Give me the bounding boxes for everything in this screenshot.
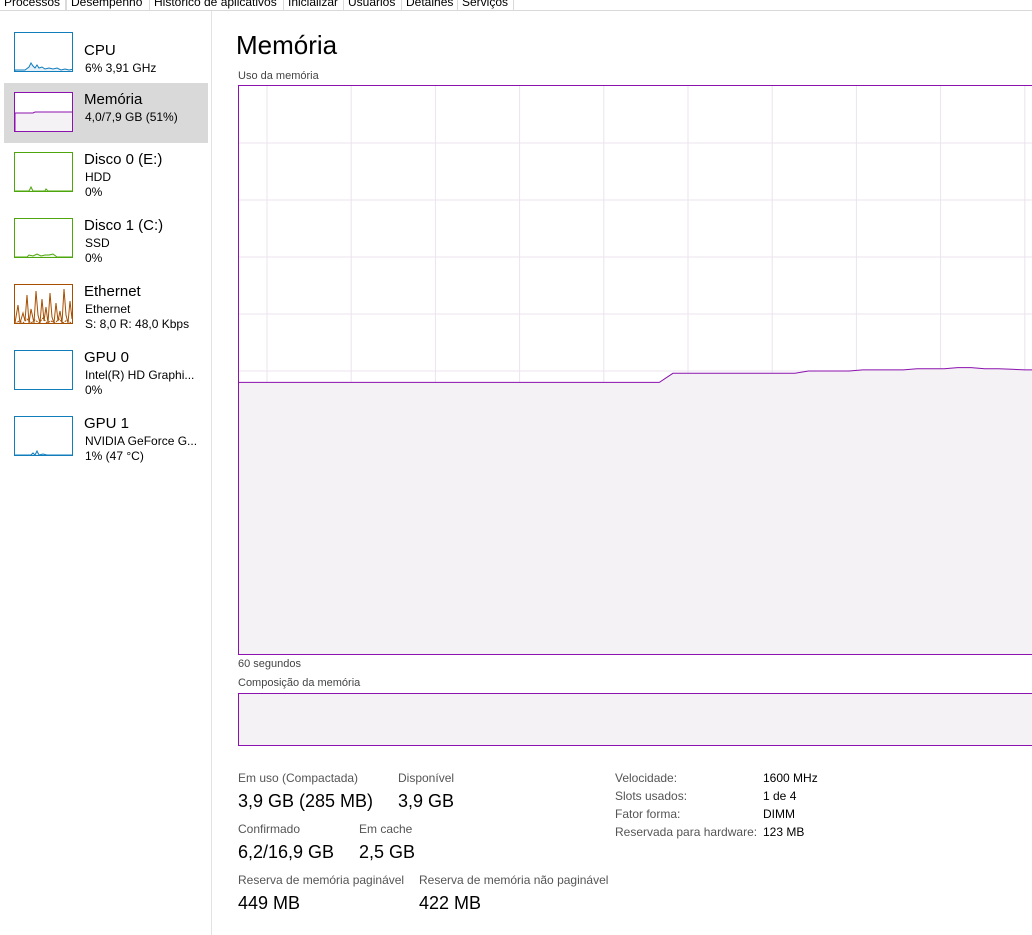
disk-0-thumbnail-graph	[14, 152, 73, 192]
memory-composition-bar	[238, 693, 1032, 746]
cached-value: 2,5 GB	[359, 842, 416, 862]
resource-sidebar: CPU 6% 3,91 GHz Memória 4,0/7,9 GB (51%)…	[0, 11, 212, 935]
tab-details[interactable]: Detalhes	[402, 0, 458, 10]
sidebar-item-ethernet[interactable]: Ethernet Ethernet S: 8,0 R: 48,0 Kbps	[4, 275, 208, 335]
sidebar-item-disk-1[interactable]: Disco 1 (C:) SSD 0%	[4, 209, 208, 269]
tab-app-history[interactable]: Histórico de aplicativos	[150, 0, 284, 10]
tab-startup[interactable]: Inicializar	[284, 0, 344, 10]
tab-bar: Processos Desempenho Histórico de aplica…	[0, 0, 1032, 11]
sidebar-item-cpu[interactable]: CPU 6% 3,91 GHz	[4, 22, 208, 82]
sidebar-item-title: Ethernet	[84, 283, 141, 300]
sidebar-item-usage: 0%	[85, 251, 103, 265]
gpu-1-sparkline	[15, 449, 72, 455]
sidebar-item-usage: 0%	[85, 383, 103, 397]
sidebar-item-detail: 6% 3,91 GHz	[85, 61, 157, 75]
committed-value: 6,2/16,9 GB	[238, 842, 335, 862]
sidebar-item-detail: Ethernet	[85, 302, 131, 316]
memory-usage-graph	[238, 85, 1032, 655]
form-factor-value: DIMM	[763, 807, 795, 821]
sidebar-item-detail: Intel(R) HD Graphi...	[85, 368, 195, 382]
sidebar-item-title: Disco 1 (C:)	[84, 217, 164, 234]
sidebar-item-disk-0[interactable]: Disco 0 (E:) HDD 0%	[4, 143, 208, 203]
sidebar-item-detail: HDD	[85, 170, 111, 184]
sidebar-item-detail: 4,0/7,9 GB (51%)	[85, 110, 178, 124]
speed-label: Velocidade:	[615, 771, 678, 785]
paged-pool-label: Reserva de memória paginável	[238, 873, 405, 887]
disk-1-sparkline	[15, 253, 72, 257]
sidebar-item-detail: SSD	[85, 236, 110, 250]
tab-services[interactable]: Serviços	[458, 0, 514, 10]
memory-usage-chart	[239, 86, 1032, 654]
hardware-reserved-value: 123 MB	[763, 825, 805, 839]
sidebar-item-title: Memória	[84, 91, 143, 108]
ethernet-thumbnail-graph	[14, 284, 73, 324]
memory-thumbnail-graph	[14, 92, 73, 132]
sidebar-item-usage: S: 8,0 R: 48,0 Kbps	[85, 317, 190, 331]
available-value: 3,9 GB	[398, 791, 455, 811]
tab-processes[interactable]: Processos	[0, 0, 66, 10]
sidebar-item-memory[interactable]: Memória 4,0/7,9 GB (51%)	[4, 83, 208, 143]
sidebar-item-title: Disco 0 (E:)	[84, 151, 163, 168]
in-use-value: 3,9 GB (285 MB)	[238, 791, 374, 811]
memory-sparkline	[15, 111, 72, 131]
cpu-sparkline	[15, 62, 72, 71]
sidebar-item-title: CPU	[84, 42, 116, 59]
time-span-label: 60 segundos	[238, 658, 301, 670]
nonpaged-pool-label: Reserva de memória não paginável	[419, 873, 609, 887]
disk-1-thumbnail-graph	[14, 218, 73, 258]
cpu-thumbnail-graph	[14, 32, 73, 72]
ethernet-sparkline	[15, 288, 72, 323]
memory-composition-label: Composição da memória	[238, 677, 361, 689]
speed-value: 1600 MHz	[763, 771, 818, 785]
committed-label: Confirmado	[238, 822, 301, 836]
form-factor-label: Fator forma:	[615, 807, 681, 821]
sidebar-item-title: GPU 0	[84, 349, 130, 366]
tab-performance[interactable]: Desempenho	[66, 0, 150, 10]
sidebar-item-gpu-1[interactable]: GPU 1 NVIDIA GeForce G... 1% (47 °C)	[4, 407, 208, 467]
paged-pool-value: 449 MB	[238, 893, 301, 913]
sidebar-item-title: GPU 1	[84, 415, 130, 432]
memory-usage-label: Uso da memória	[238, 70, 319, 82]
sidebar-item-usage: 1% (47 °C)	[85, 449, 144, 463]
disk-0-sparkline	[15, 185, 72, 191]
in-use-label: Em uso (Compactada)	[238, 771, 359, 785]
gpu-1-thumbnail-graph	[14, 416, 73, 456]
page-title: Memória	[236, 30, 338, 60]
slots-used-label: Slots usados:	[615, 789, 688, 803]
gpu-0-thumbnail-graph	[14, 350, 73, 390]
nonpaged-pool-value: 422 MB	[419, 893, 482, 913]
sidebar-item-usage: 0%	[85, 185, 103, 199]
tab-users[interactable]: Usuários	[344, 0, 402, 10]
sidebar-item-gpu-0[interactable]: GPU 0 Intel(R) HD Graphi... 0%	[4, 341, 208, 401]
hardware-reserved-label: Reservada para hardware:	[615, 825, 758, 839]
cached-label: Em cache	[359, 822, 413, 836]
slots-used-value: 1 de 4	[763, 789, 797, 803]
available-label: Disponível	[398, 771, 455, 785]
memory-usage-area	[239, 367, 1032, 654]
sidebar-item-detail: NVIDIA GeForce G...	[85, 434, 198, 448]
